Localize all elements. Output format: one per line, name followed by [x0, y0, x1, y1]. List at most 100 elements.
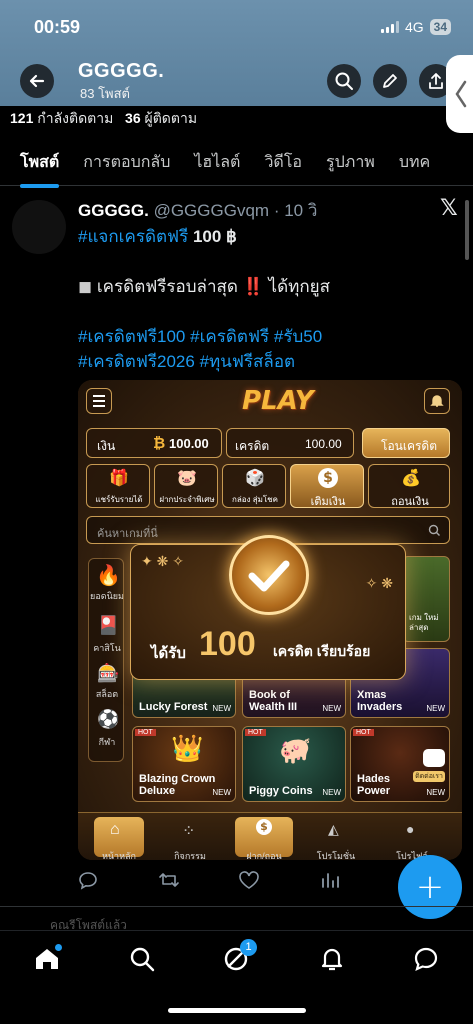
fire-icon: 🔥 [96, 565, 121, 587]
side-panel-handle[interactable] [446, 55, 473, 133]
menu-topup: $ เติมเงิน [290, 464, 364, 508]
menu-lucky-box: 🎲 กล่อง สุ่มโชค [222, 464, 286, 508]
bell-icon [424, 388, 450, 414]
crown-icon: 👑 [171, 733, 204, 763]
compose-button[interactable]: + [398, 855, 462, 919]
transfer-label: โอนเครดิต [381, 439, 438, 453]
search-icon [335, 72, 353, 90]
nav-grok[interactable]: 1 [222, 939, 257, 975]
wallet-icon: 💰 [401, 470, 421, 487]
popup-suffix: เครดิต เรียบร้อย [273, 643, 371, 659]
piggy-bank-icon: 🐷 [177, 470, 197, 487]
game-side-menu: 🔥 ยอดนิยม 🎴 คาสิโน 🎰 สล็อต ⚽ กีฬา [88, 558, 124, 762]
reply-button[interactable] [78, 870, 98, 895]
profile-tabs: โพสต์ การตอบกลับ ไฮไลต์ วิดีโอ รูปภาพ บท… [0, 140, 473, 188]
heart-icon [239, 871, 259, 889]
side-popular: ยอดนิยม [90, 591, 124, 601]
hashtag[interactable]: #ทุนฟรีสล็อต [200, 352, 296, 371]
transfer-credit-button: โอนเครดิต [362, 428, 450, 458]
game-nav-promo-label: โปรโมชั่น [316, 851, 356, 860]
plus-icon: + [415, 867, 445, 907]
share-icon [429, 73, 443, 89]
dollar-icon: $ [318, 468, 338, 488]
tweet-author-name[interactable]: GGGGG. [78, 201, 149, 220]
tile-label: Lucky Forest [139, 701, 208, 713]
bell-icon [321, 948, 343, 971]
grid-icon: ⁘ [182, 823, 196, 840]
nav-notifications[interactable] [318, 945, 348, 975]
menu-topup-label: เติมเงิน [310, 496, 346, 508]
user-icon: ● [406, 821, 415, 837]
side-slot: สล็อต [95, 689, 119, 699]
side-casino: คาสิโน [93, 643, 121, 653]
app-root: { "status_bar": {"time": "00:59", "netwo… [0, 0, 473, 1024]
hashtag[interactable]: #เครดิตฟรี2026 [78, 352, 195, 371]
tweet-text: #แจกเครดิตฟรี 100 ฿ ◼ เครดิตฟรีรอบล่าสุด… [78, 224, 438, 374]
casino-icon: 🎴 [97, 615, 120, 635]
game-tile: HOT Hades Power NEW ติดต่อเรา [350, 726, 450, 802]
balance-box: เงิน ₿ 100.00 [86, 428, 222, 458]
chat-bubble-icon [414, 947, 438, 971]
new-games-label: เกม ใหม่ล่าสุด [409, 613, 439, 632]
tile-label: Xmas Invaders [357, 689, 403, 713]
search-icon [428, 524, 440, 536]
chat-icon [423, 749, 445, 767]
tab-articles[interactable]: บทค [399, 140, 430, 185]
scrollbar[interactable] [465, 200, 469, 260]
tile-badge: NEW [426, 704, 445, 713]
balance-value: 100.00 [169, 436, 209, 451]
menu-withdraw: 💰 ถอนเงิน [368, 464, 450, 508]
menu-deposit-special-label: ฝากประจำพิเศษ [159, 495, 215, 504]
like-button[interactable] [238, 870, 260, 895]
x-logo-icon: 𝕏 [440, 196, 458, 221]
side-sport: กีฬา [98, 737, 116, 747]
tile-label: Book of Wealth III [249, 689, 298, 713]
megaphone-icon: ◭ [328, 821, 339, 837]
following-label[interactable]: กำลังติดตาม [37, 110, 113, 126]
search-button[interactable] [327, 64, 361, 98]
tab-highlights[interactable]: ไฮไลต์ [194, 140, 240, 185]
confetti-icon: ✧ ❋ [365, 575, 393, 591]
repost-button[interactable] [158, 870, 180, 895]
avatar[interactable] [12, 200, 66, 254]
hot-badge: HOT [245, 729, 266, 736]
hashtag[interactable]: #เครดิตฟรี100 [78, 327, 185, 346]
tab-posts[interactable]: โพสต์ [20, 140, 60, 188]
views-button[interactable] [320, 870, 340, 895]
followers-count[interactable]: 36 [125, 110, 141, 126]
reply-icon [79, 872, 97, 890]
chevron-left-icon [455, 80, 467, 108]
game-logo: PLAY [242, 386, 314, 416]
hashtag[interactable]: #เครดิตฟรี [190, 327, 269, 346]
back-button[interactable] [20, 64, 54, 98]
signal-icon [380, 21, 399, 33]
game-tile: HOT 👑 Blazing Crown Deluxe NEW [132, 726, 236, 802]
tab-photos[interactable]: รูปภาพ [326, 140, 375, 185]
tab-replies[interactable]: การตอบกลับ [83, 140, 170, 185]
tweet-image[interactable]: PLAY เงิน ₿ 100.00 เครดิต 100.00 โอนเครด… [78, 380, 462, 860]
balance-label: เงิน [97, 439, 116, 453]
hashtag[interactable]: #แจกเครดิตฟรี [78, 227, 188, 246]
following-count[interactable]: 121 [10, 110, 33, 126]
home-indicator [168, 1008, 306, 1013]
game-tile-new-1: เกม ใหม่ล่าสุด [402, 556, 450, 642]
menu-withdraw-label: ถอนเงิน [391, 496, 429, 508]
status-icons: 4G 34 [380, 19, 451, 35]
edit-button[interactable] [373, 64, 407, 98]
followers-label[interactable]: ผู้ติดตาม [145, 110, 198, 126]
tweet-handle[interactable]: @GGGGGvqm [154, 201, 270, 220]
nav-messages[interactable] [412, 945, 442, 975]
arrow-left-icon [29, 74, 45, 88]
credit-box: เครดิต 100.00 [226, 428, 354, 458]
menu-share: 🎁 แชร์รับรายได้ [86, 464, 150, 508]
hashtag[interactable]: #รับ50 [274, 327, 322, 346]
network-label: 4G [404, 19, 424, 35]
tab-videos[interactable]: วิดีโอ [264, 140, 302, 185]
double-exclamation-icon: ‼️ [242, 277, 264, 296]
tile-badge: NEW [322, 788, 341, 797]
tweet-time: · 10 วิ [273, 201, 318, 220]
nav-explore[interactable] [128, 945, 158, 975]
battery-icon: 34 [429, 19, 451, 35]
tile-badge: NEW [426, 788, 445, 797]
nav-home[interactable] [33, 944, 63, 975]
